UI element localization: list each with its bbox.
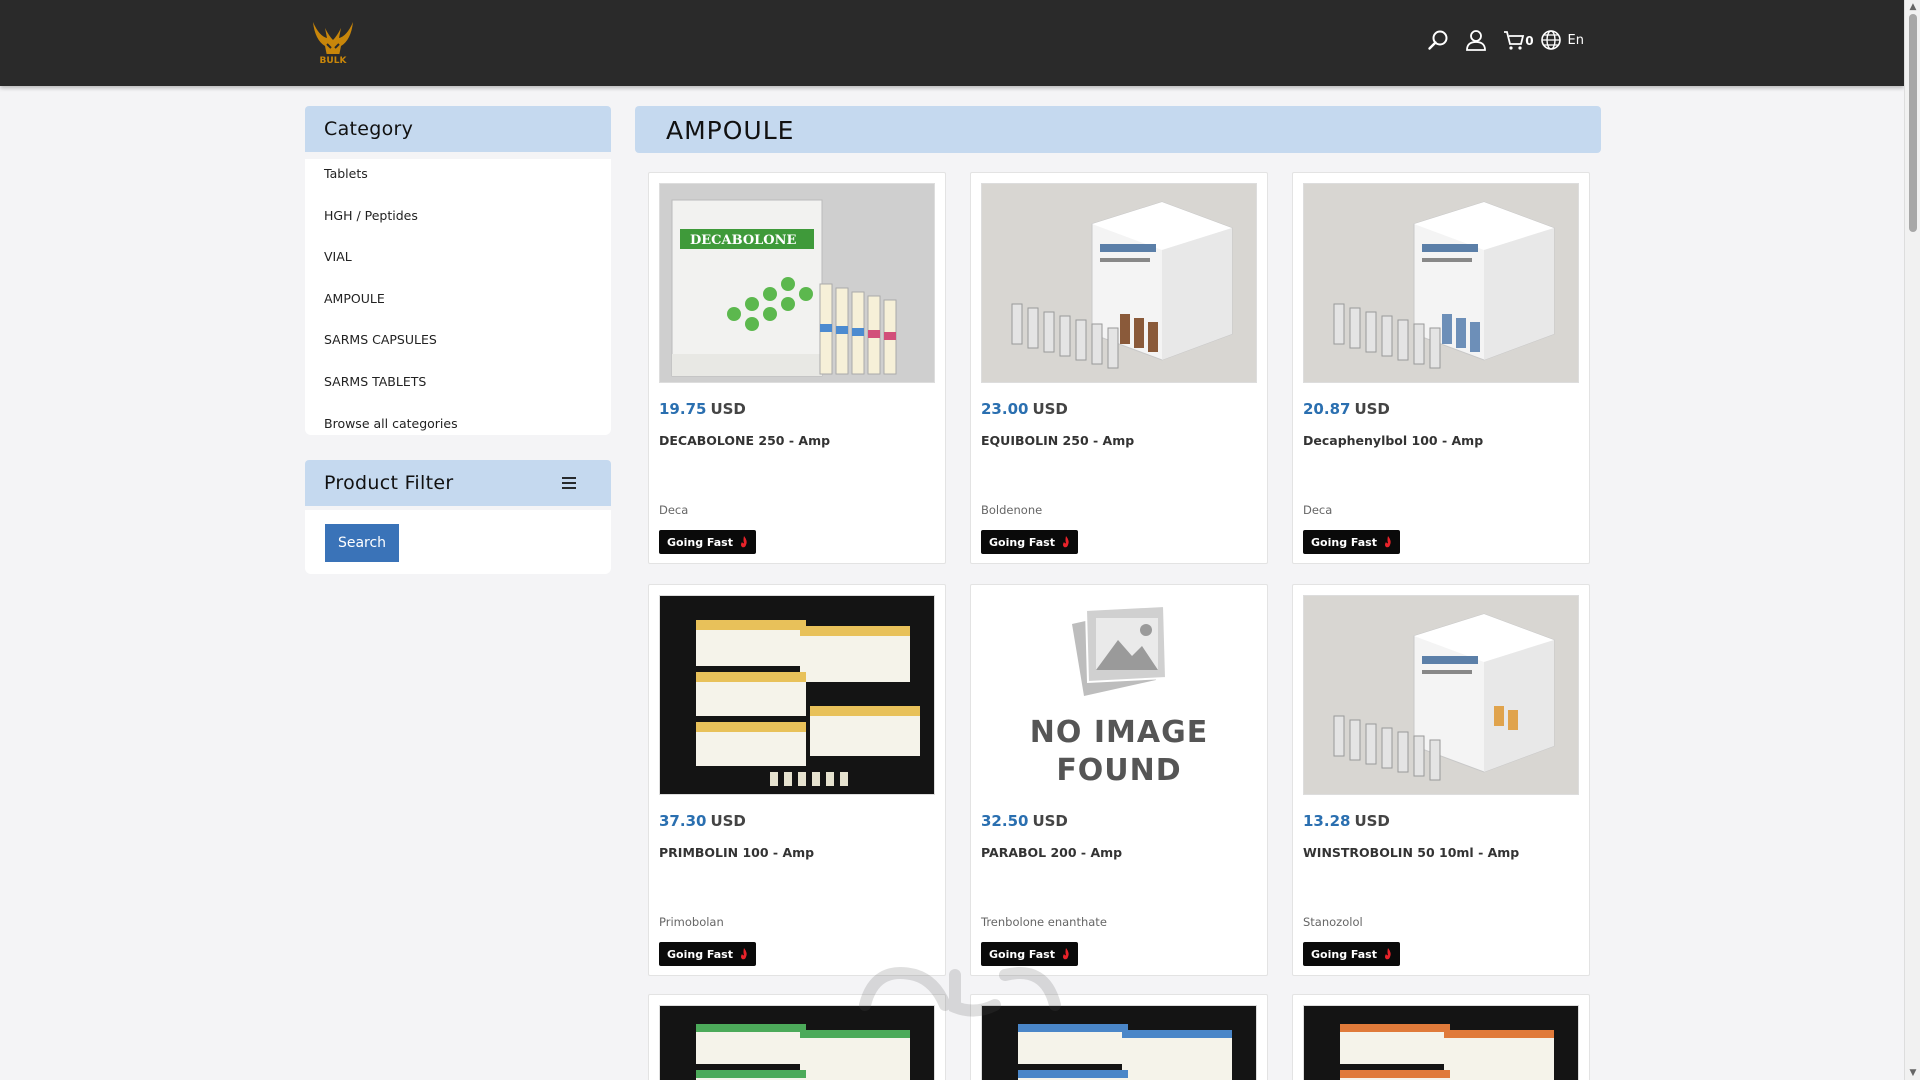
category-list: Tablets HGH / Peptides VIAL AMPOULE SARM… [305, 159, 611, 435]
top-header: BULK 0 En [0, 0, 1904, 86]
product-name-link[interactable]: PARABOL 200 - Amp [981, 845, 1122, 860]
product-category: Boldenone [981, 503, 1043, 517]
category-link-tablets[interactable]: Tablets [305, 164, 611, 206]
going-fast-badge: Going Fast [659, 942, 756, 966]
site-logo[interactable]: BULK [305, 14, 361, 66]
language-selector[interactable]: En [1540, 29, 1584, 51]
category-link-sarms-tablets[interactable]: SARMS TABLETS [305, 372, 611, 414]
product-filter-header[interactable]: Product Filter [305, 460, 611, 506]
product-price: 23.00 USD [981, 400, 1068, 418]
going-fast-badge: Going Fast [1303, 530, 1400, 554]
product-card[interactable]: 23.00 USD EQUIBOLIN 250 - Amp Boldenone G… [970, 172, 1268, 564]
going-fast-badge: Going Fast [981, 530, 1078, 554]
category-link-hgh-peptides[interactable]: HGH / Peptides [305, 206, 611, 248]
product-card[interactable]: 13.28 USD WINSTROBOLIN 50 10ml - Amp Stan… [1292, 584, 1590, 976]
scroll-down-arrow-icon[interactable]: ▼ [1908, 1068, 1918, 1078]
user-account-icon[interactable] [1464, 28, 1488, 52]
product-image[interactable]: DECABOLONE [659, 183, 935, 383]
product-image[interactable] [1303, 595, 1579, 795]
product-name-link[interactable]: EQUIBOLIN 250 - Amp [981, 433, 1134, 448]
logo-text: BULK [320, 56, 348, 66]
no-image-placeholder: NO IMAGE FOUND [982, 596, 1256, 794]
no-image-line1: NO IMAGE [1029, 715, 1209, 750]
product-price: 20.87 USD [1303, 400, 1390, 418]
product-price: 19.75 USD [659, 400, 746, 418]
product-image[interactable]: NO IMAGE FOUND [981, 595, 1257, 795]
product-card[interactable]: NO IMAGE FOUND 32.50 USD PARABOL 200 - Amp… [970, 584, 1268, 976]
product-name-link[interactable]: PRIMBOLIN 100 - Amp [659, 845, 814, 860]
product-card[interactable] [1292, 994, 1590, 1080]
product-name-link[interactable]: DECABOLONE 250 - Amp [659, 433, 830, 448]
product-name-link[interactable]: WINSTROBOLIN 50 10ml - Amp [1303, 845, 1519, 860]
browse-all-categories-link[interactable]: Browse all categories [305, 414, 611, 456]
cart-icon[interactable]: 0 [1502, 28, 1534, 52]
product-filter-body: Search [305, 510, 611, 574]
product-image[interactable] [981, 183, 1257, 383]
product-filter-title: Product Filter [324, 472, 454, 494]
flame-icon [741, 536, 747, 548]
no-image-line2: FOUND [1056, 753, 1182, 788]
product-image[interactable] [1303, 1005, 1579, 1080]
cart-count-badge: 0 [1525, 34, 1534, 48]
product-category: Trenbolone enanthate [981, 915, 1107, 929]
product-image[interactable] [659, 595, 935, 795]
product-price: 37.30 USD [659, 812, 746, 830]
going-fast-badge: Going Fast [659, 530, 756, 554]
product-card[interactable]: 20.87 USD Decaphenylbol 100 - Amp Deca Go… [1292, 172, 1590, 564]
flame-icon [1385, 536, 1391, 548]
category-link-vial[interactable]: VIAL [305, 247, 611, 289]
category-link-ampoule[interactable]: AMPOULE [305, 289, 611, 331]
product-card[interactable]: DECABOLONE 19.75 USD DECABOLONE 250 - Amp… [648, 172, 946, 564]
flame-icon [1063, 536, 1069, 548]
product-card[interactable]: 37.30 USD PRIMBOLIN 100 - Amp Primobolan … [648, 584, 946, 976]
watermark-logo [859, 967, 1061, 1017]
product-category: Primobolan [659, 915, 724, 929]
language-label: En [1567, 32, 1584, 48]
product-price: 32.50 USD [981, 812, 1068, 830]
scrollbar-thumb[interactable] [1909, 14, 1917, 232]
product-category: Deca [659, 503, 689, 517]
svg-text:DECABOLONE: DECABOLONE [690, 233, 797, 248]
product-image[interactable] [1303, 183, 1579, 383]
category-panel-title: Category [305, 106, 611, 152]
product-name-link[interactable]: Decaphenylbol 100 - Amp [1303, 433, 1483, 448]
menu-icon[interactable] [562, 472, 576, 494]
filter-search-button[interactable]: Search [325, 524, 399, 562]
search-icon[interactable] [1426, 28, 1450, 52]
image-placeholder-icon [1072, 604, 1168, 696]
product-category: Deca [1303, 503, 1333, 517]
page-scrollbar[interactable]: ▲ ▼ [1904, 0, 1920, 1080]
product-price: 13.28 USD [1303, 812, 1390, 830]
globe-icon [1540, 30, 1561, 50]
going-fast-badge: Going Fast [1303, 942, 1400, 966]
category-link-sarms-capsules[interactable]: SARMS CAPSULES [305, 330, 611, 372]
scroll-up-arrow-icon[interactable]: ▲ [1908, 2, 1918, 12]
flame-icon [741, 948, 747, 960]
page-title: AMPOULE [635, 106, 1601, 153]
product-category: Stanozolol [1303, 915, 1363, 929]
flame-icon [1385, 948, 1391, 960]
